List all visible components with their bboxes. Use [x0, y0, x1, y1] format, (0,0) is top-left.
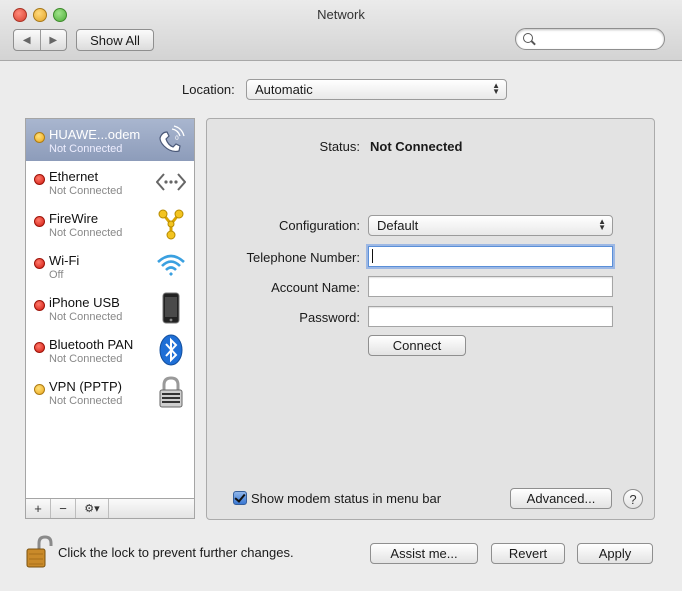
remove-service-button[interactable]: − — [51, 499, 76, 518]
iphone-icon — [162, 292, 180, 324]
service-name: VPN (PPTP) — [49, 379, 122, 394]
forward-button[interactable]: ▶ — [41, 30, 67, 50]
service-status: Not Connected — [49, 353, 123, 365]
status-value: Not Connected — [370, 139, 463, 154]
status-indicator-red — [34, 258, 45, 269]
assist-me-button[interactable]: Assist me... — [370, 543, 478, 564]
service-item-iphone-usb[interactable]: iPhone USB Not Connected — [26, 287, 194, 329]
service-status: Off — [49, 269, 64, 281]
window-title: Network — [317, 7, 365, 22]
service-status: Not Connected — [49, 227, 123, 239]
show-all-button[interactable]: Show All — [76, 29, 154, 51]
service-status: Not Connected — [49, 395, 123, 407]
show-modem-status-label: Show modem status in menu bar — [251, 491, 442, 506]
help-button[interactable]: ? — [623, 489, 643, 509]
status-indicator-red — [34, 216, 45, 227]
service-name: Ethernet — [49, 169, 99, 184]
status-indicator-yellow — [34, 384, 45, 395]
service-item-firewire[interactable]: FireWire Not Connected — [26, 203, 194, 245]
service-item-ethernet[interactable]: Ethernet Not Connected — [26, 161, 194, 203]
service-name: Bluetooth PAN — [49, 337, 134, 352]
popup-arrows-icon: ▲ ▼ — [492, 81, 500, 96]
account-name-field[interactable] — [368, 276, 613, 297]
status-indicator-red — [34, 300, 45, 311]
telephone-number-field[interactable] — [368, 246, 613, 267]
service-name: HUAWE...odem — [49, 127, 141, 142]
popup-arrows-icon: ▲ ▼ — [598, 217, 606, 232]
apply-button[interactable]: Apply — [577, 543, 653, 564]
service-name: Wi-Fi — [49, 253, 80, 268]
gear-menu-button[interactable]: ⚙▾ — [76, 499, 109, 518]
password-label: Password: — [299, 310, 360, 325]
telephone-number-label: Telephone Number: — [246, 250, 360, 265]
window-toolbar: Network ◀ ▶ Show All — [0, 0, 682, 61]
vpn-lock-icon — [159, 376, 183, 408]
service-item-vpn-pptp[interactable]: VPN (PPTP) Not Connected — [26, 371, 194, 413]
status-indicator-red — [34, 342, 45, 353]
service-item-wifi[interactable]: Wi-Fi Off — [26, 245, 194, 287]
text-cursor — [372, 249, 373, 263]
back-forward-control: ◀ ▶ — [13, 29, 67, 51]
account-name-label: Account Name: — [271, 280, 360, 295]
location-popup[interactable]: Automatic ▲ ▼ — [246, 79, 507, 100]
service-list: HUAWE...odem Not Connected 0 Ethernet No… — [25, 118, 195, 519]
back-button[interactable]: ◀ — [14, 30, 41, 50]
ethernet-icon — [156, 173, 186, 191]
modem-phone-icon: 0 — [159, 125, 185, 153]
service-item-bluetooth-pan[interactable]: Bluetooth PAN Not Connected — [26, 329, 194, 371]
search-input[interactable] — [515, 28, 665, 50]
service-name: iPhone USB — [49, 295, 120, 310]
lock-message: Click the lock to prevent further change… — [58, 545, 294, 560]
bluetooth-icon — [159, 334, 183, 366]
service-item-huawei-modem[interactable]: HUAWE...odem Not Connected 0 — [26, 119, 194, 161]
search-icon — [523, 33, 533, 43]
show-modem-status-checkbox[interactable] — [233, 491, 247, 505]
lock-icon[interactable] — [25, 535, 53, 569]
wifi-icon — [157, 254, 185, 276]
status-label: Status: — [319, 139, 360, 154]
service-name: FireWire — [49, 211, 99, 226]
status-indicator-yellow — [34, 132, 45, 143]
status-indicator-red — [34, 174, 45, 185]
firewire-icon — [158, 209, 184, 240]
configuration-value: Default — [377, 218, 419, 233]
location-value: Automatic — [255, 82, 313, 97]
service-list-toolbar: + − ⚙▾ — [25, 498, 195, 519]
service-status: Not Connected — [49, 143, 123, 155]
configuration-popup[interactable]: Default ▲ ▼ — [368, 215, 613, 236]
configuration-label: Configuration: — [279, 218, 360, 233]
service-status: Not Connected — [49, 185, 123, 197]
password-field[interactable] — [368, 306, 613, 327]
service-status: Not Connected — [49, 311, 123, 323]
location-label: Location: — [182, 82, 235, 97]
add-service-button[interactable]: + — [26, 499, 51, 518]
revert-button[interactable]: Revert — [491, 543, 565, 564]
connect-button[interactable]: Connect — [368, 335, 466, 356]
svg-text:0: 0 — [175, 135, 179, 142]
advanced-button[interactable]: Advanced... — [510, 488, 612, 509]
